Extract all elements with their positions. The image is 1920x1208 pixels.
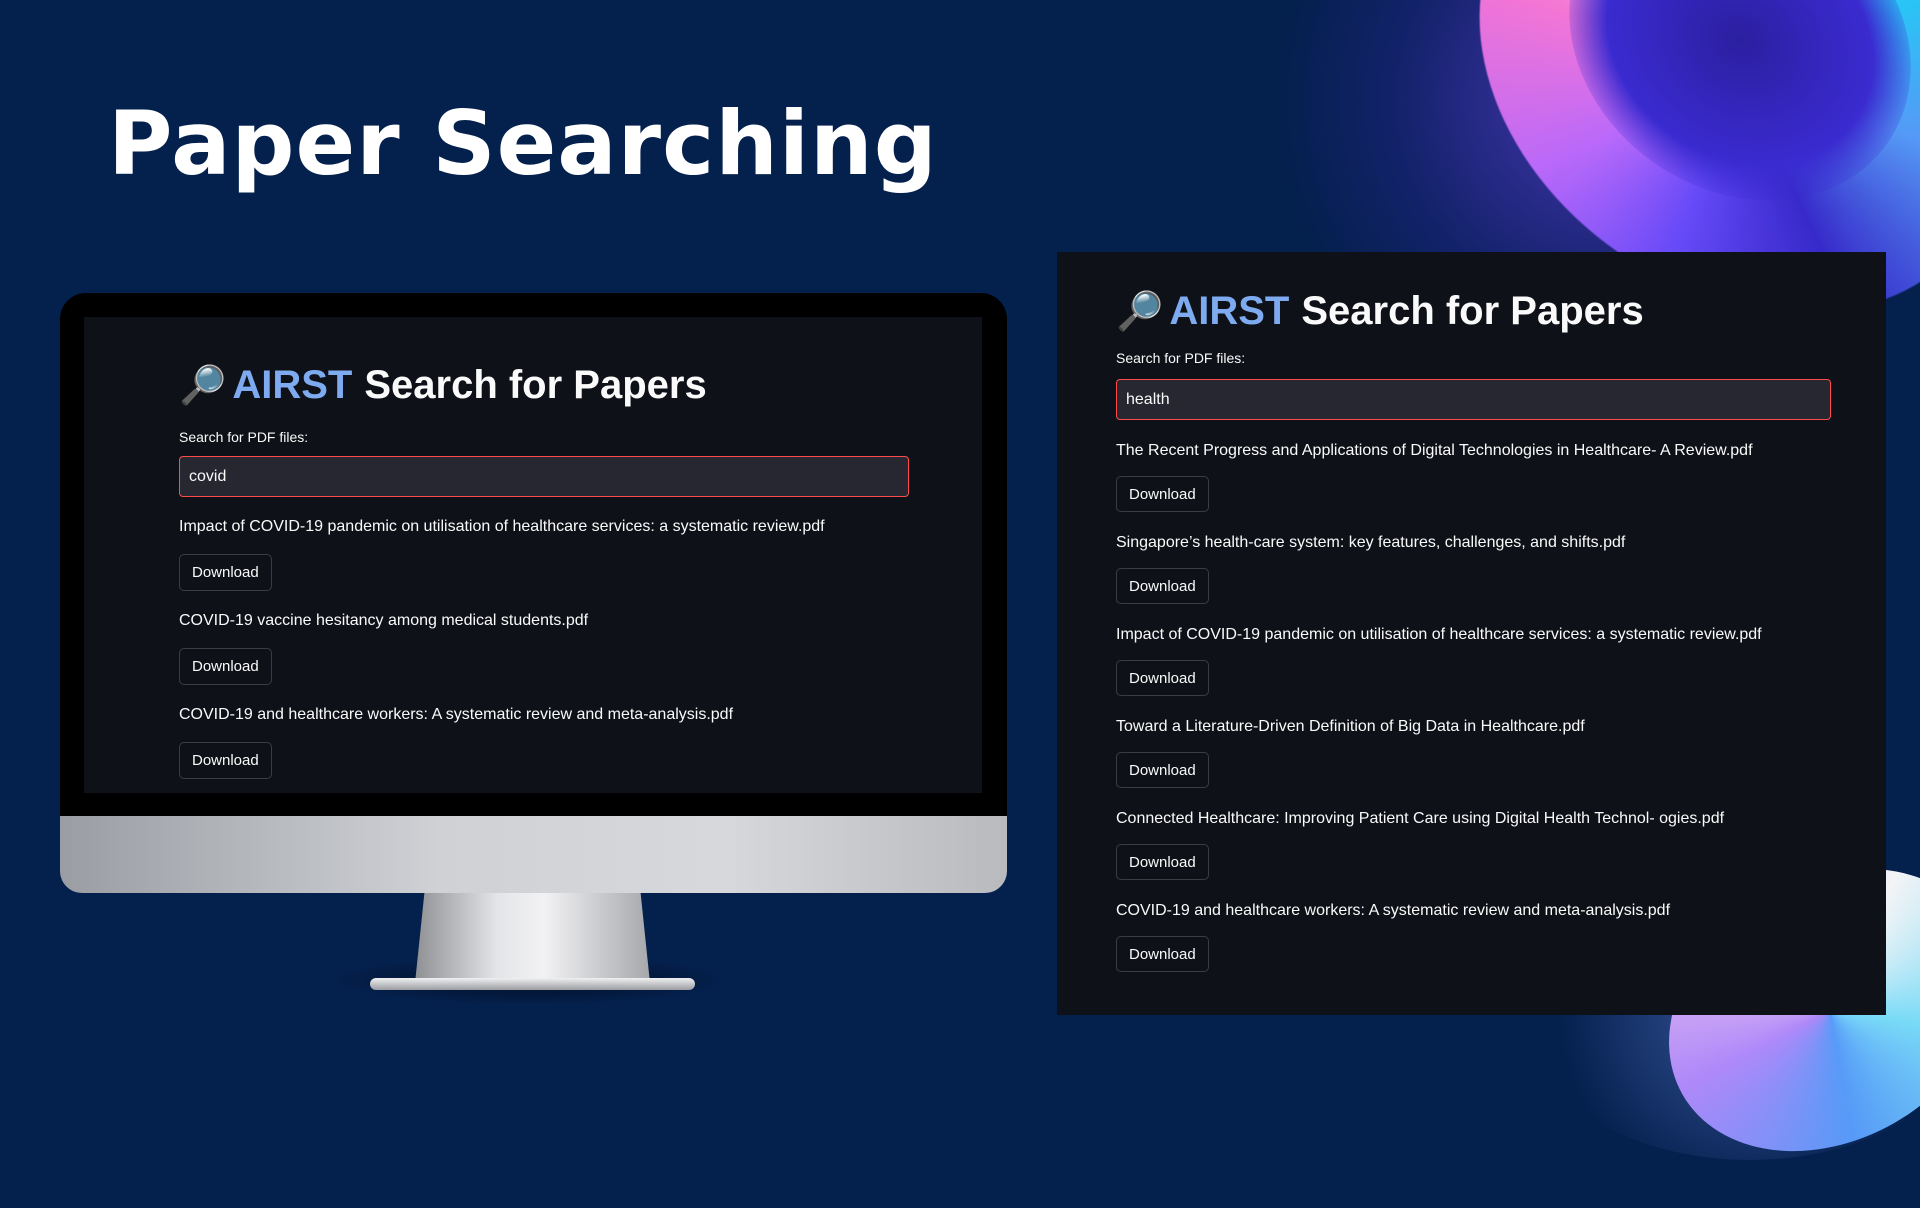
result-item: Toward a Literature-Driven Definition of… <box>1116 718 1836 788</box>
result-filename: Impact of COVID-19 pandemic on utilisati… <box>179 518 825 535</box>
search-input[interactable] <box>1116 379 1831 420</box>
download-button[interactable]: Download <box>1116 752 1209 788</box>
download-button[interactable]: Download <box>179 742 272 779</box>
download-button[interactable]: Download <box>1116 568 1209 604</box>
result-filename: Toward a Literature-Driven Definition of… <box>1116 718 1585 735</box>
result-item: Singapore’s health-care system: key feat… <box>1116 534 1836 604</box>
download-button[interactable]: Download <box>1116 660 1209 696</box>
result-filename: Impact of COVID-19 pandemic on utilisati… <box>1116 626 1762 643</box>
monitor-stand <box>415 893 650 983</box>
result-item: Impact of COVID-19 pandemic on utilisati… <box>1116 626 1836 696</box>
monitor-screen: 🔎 AIRST Search for Papers Search for PDF… <box>84 317 982 793</box>
result-filename: COVID-19 and healthcare workers: A syste… <box>1116 902 1671 919</box>
search-input[interactable] <box>179 456 909 497</box>
download-button[interactable]: Download <box>1116 936 1209 972</box>
result-filename: COVID-19 and healthcare workers: A syste… <box>179 706 734 723</box>
search-app-covid: 🔎 AIRST Search for Papers Search for PDF… <box>179 359 919 779</box>
result-item: Connected Healthcare: Improving Patient … <box>1116 810 1836 880</box>
heading-text: Search for Papers <box>1301 288 1644 333</box>
slide-title: Paper Searching <box>108 92 938 195</box>
brand-name: AIRST <box>232 362 353 407</box>
monitor-base <box>370 978 695 990</box>
magnifying-glass-icon: 🔎 <box>1116 288 1164 333</box>
search-app-panel: 🔎 AIRST Search for Papers Search for PDF… <box>1057 252 1886 1015</box>
download-button[interactable]: Download <box>179 554 272 591</box>
download-button[interactable]: Download <box>1116 476 1209 512</box>
app-heading: 🔎 AIRST Search for Papers <box>179 359 919 411</box>
heading-text: Search for Papers <box>364 362 707 407</box>
download-button[interactable]: Download <box>179 648 272 685</box>
magnifying-glass-icon: 🔎 <box>179 362 227 407</box>
search-label: Search for PDF files: <box>1116 350 1246 366</box>
result-filename: COVID-19 vaccine hesitancy among medical… <box>179 612 589 629</box>
result-filename: Singapore’s health-care system: key feat… <box>1116 534 1626 551</box>
result-item: COVID-19 vaccine hesitancy among medical… <box>179 612 919 685</box>
result-item: COVID-19 and healthcare workers: A syste… <box>1116 902 1836 972</box>
result-filename: Connected Healthcare: Improving Patient … <box>1116 810 1725 827</box>
app-heading: 🔎 AIRST Search for Papers <box>1116 286 1836 336</box>
result-item: COVID-19 and healthcare workers: A syste… <box>179 706 919 779</box>
brand-name: AIRST <box>1169 288 1290 333</box>
result-item: Impact of COVID-19 pandemic on utilisati… <box>179 518 919 591</box>
search-app-health: 🔎 AIRST Search for Papers Search for PDF… <box>1116 286 1836 972</box>
result-item: The Recent Progress and Applications of … <box>1116 442 1836 512</box>
result-filename: The Recent Progress and Applications of … <box>1116 442 1753 459</box>
monitor-chin <box>60 816 1007 893</box>
search-label: Search for PDF files: <box>179 429 309 445</box>
download-button[interactable]: Download <box>1116 844 1209 880</box>
